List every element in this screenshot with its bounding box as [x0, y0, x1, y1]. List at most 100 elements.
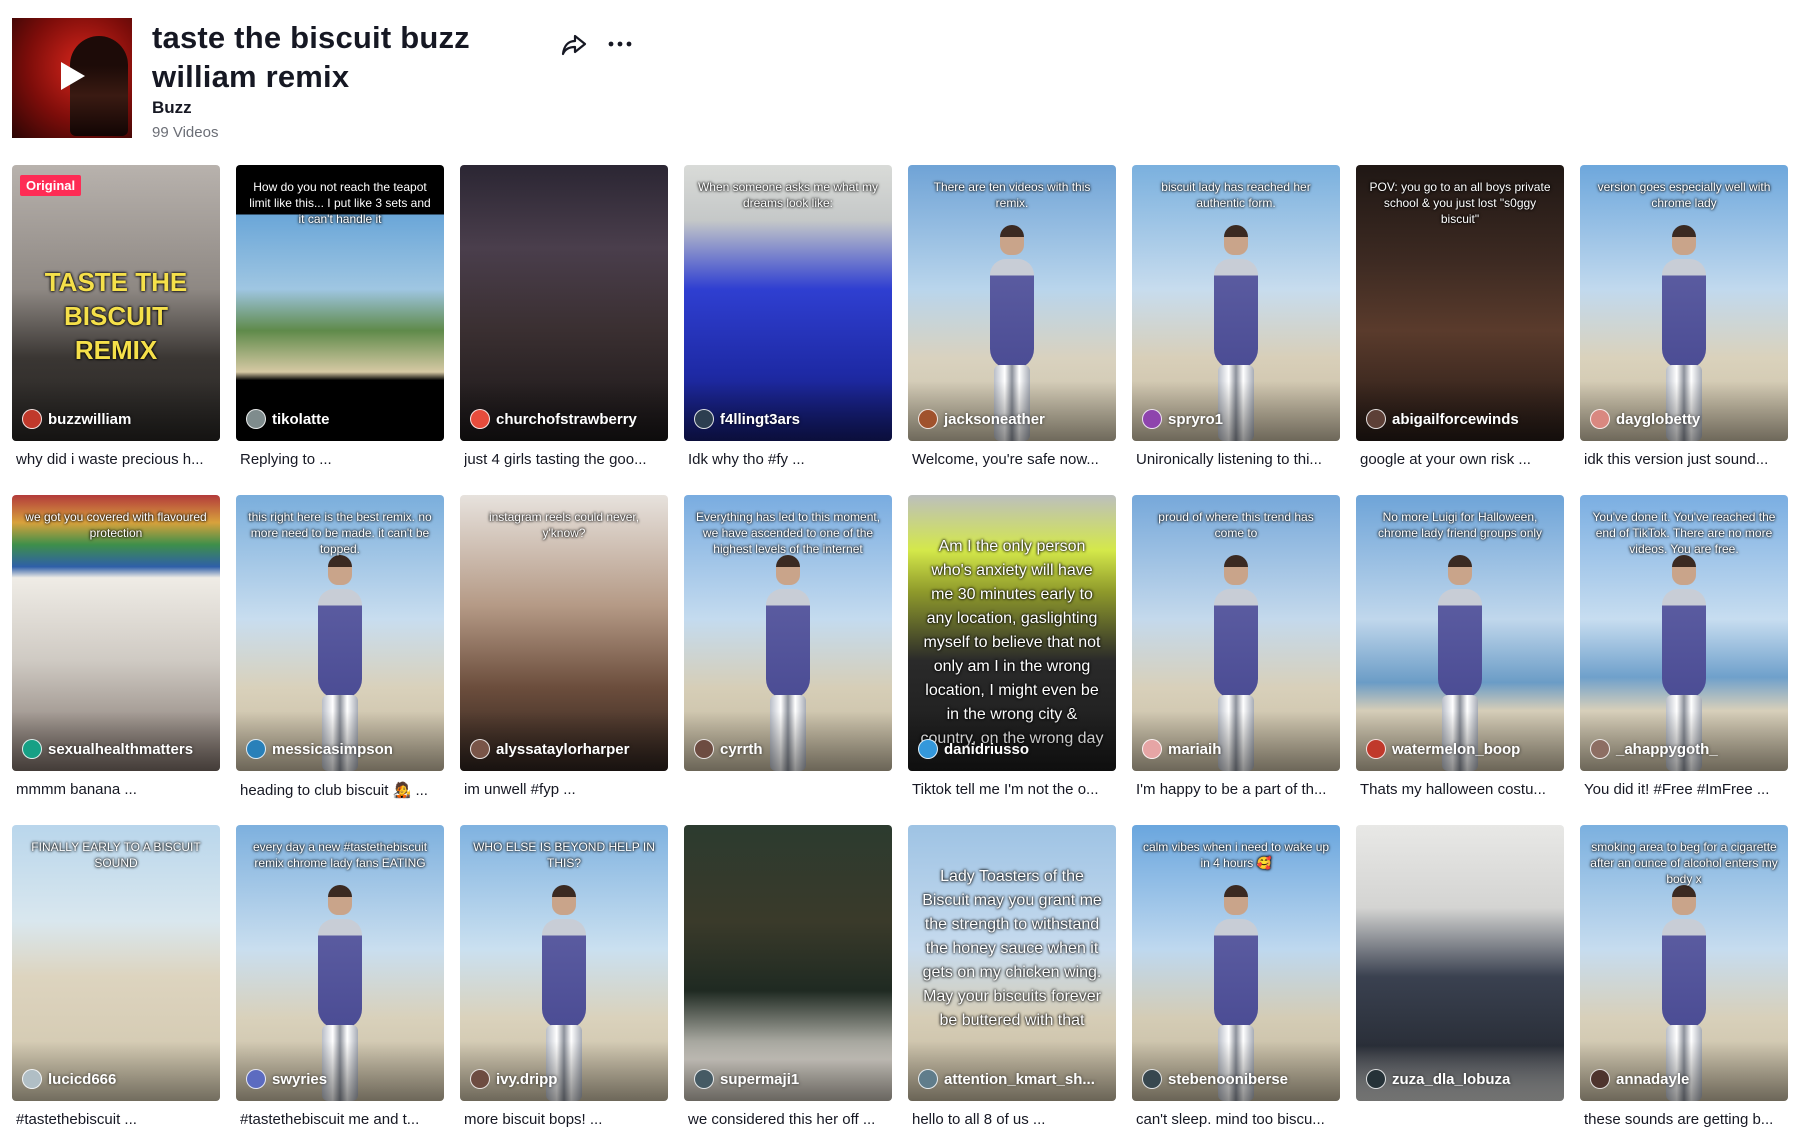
video-thumbnail[interactable]: There are ten videos with this remix. jac…	[908, 165, 1116, 441]
video-card[interactable]: churchofstrawberry just 4 girls tasting t…	[460, 165, 668, 475]
video-card[interactable]: version goes especially well with chrome…	[1580, 165, 1788, 475]
video-thumbnail[interactable]: instagram reels could never, y'know? alys…	[460, 495, 668, 771]
video-caption[interactable]: You did it! #Free #ImFree ...	[1584, 781, 1788, 798]
video-caption[interactable]: more biscuit bops! ...	[464, 1111, 668, 1128]
video-card[interactable]: we got you covered with flavoured protec…	[12, 495, 220, 805]
video-author[interactable]: abigailforcewinds	[1366, 409, 1519, 429]
video-author[interactable]: watermelon_boop	[1366, 739, 1520, 759]
video-card[interactable]: TASTE THE BISCUIT REMIX Original buzzwilli…	[12, 165, 220, 475]
author-name[interactable]: Buzz	[152, 98, 192, 118]
video-author[interactable]: f4llingt3ars	[694, 409, 800, 429]
video-caption[interactable]: im unwell #fyp ...	[464, 781, 668, 798]
video-caption[interactable]: hello to all 8 of us ...	[912, 1111, 1116, 1128]
video-card[interactable]: No more Luigi for Halloween, chrome lady…	[1356, 495, 1564, 805]
video-thumbnail[interactable]: we got you covered with flavoured protec…	[12, 495, 220, 771]
video-caption[interactable]: these sounds are getting b...	[1584, 1111, 1788, 1128]
video-author[interactable]: supermaji1	[694, 1069, 799, 1089]
video-caption[interactable]: Idk why tho #fy ...	[688, 451, 892, 468]
video-author[interactable]: _ahappygoth_	[1590, 739, 1718, 759]
video-author[interactable]: jacksoneather	[918, 409, 1045, 429]
video-card[interactable]: FINALLY EARLY TO A BISCUIT SOUND lucicd66…	[12, 825, 220, 1135]
video-thumbnail[interactable]: Everything has led to this moment, we ha…	[684, 495, 892, 771]
video-thumbnail[interactable]: When someone asks me what my dreams look…	[684, 165, 892, 441]
video-author[interactable]: sexualhealthmatters	[22, 739, 193, 759]
video-card[interactable]: proud of where this trend has come to mar…	[1132, 495, 1340, 805]
video-card[interactable]: Everything has led to this moment, we ha…	[684, 495, 892, 805]
video-card[interactable]: biscuit lady has reached her authentic f…	[1132, 165, 1340, 475]
video-thumbnail[interactable]: WHO ELSE IS BEYOND HELP IN THIS? ivy.drip…	[460, 825, 668, 1101]
video-author[interactable]: churchofstrawberry	[470, 409, 637, 429]
video-thumbnail[interactable]: Lady Toasters of the Biscuit may you gra…	[908, 825, 1116, 1101]
video-author[interactable]: spryro1	[1142, 409, 1223, 429]
video-caption[interactable]: idk this version just sound...	[1584, 451, 1788, 468]
video-thumbnail[interactable]: proud of where this trend has come to mar…	[1132, 495, 1340, 771]
video-caption[interactable]: Thats my halloween costu...	[1360, 781, 1564, 798]
video-caption[interactable]: just 4 girls tasting the goo...	[464, 451, 668, 468]
video-thumbnail[interactable]: supermaji1	[684, 825, 892, 1101]
more-options-button[interactable]	[602, 28, 638, 60]
video-thumbnail[interactable]: Am I the only person who's anxiety will …	[908, 495, 1116, 771]
video-thumbnail[interactable]: version goes especially well with chrome…	[1580, 165, 1788, 441]
video-author[interactable]: danidriusso	[918, 739, 1029, 759]
video-author[interactable]: mariaih	[1142, 739, 1221, 759]
video-card[interactable]: zuza_dla_lobuza	[1356, 825, 1564, 1135]
video-thumbnail[interactable]: How do you not reach the teapot limit li…	[236, 165, 444, 441]
video-caption[interactable]: heading to club biscuit 🧑‍🎤 ...	[240, 781, 444, 799]
video-thumbnail[interactable]: No more Luigi for Halloween, chrome lady…	[1356, 495, 1564, 771]
video-caption[interactable]: google at your own risk ...	[1360, 451, 1564, 468]
video-card[interactable]: There are ten videos with this remix. jac…	[908, 165, 1116, 475]
play-icon[interactable]	[61, 62, 85, 90]
video-caption[interactable]: mmmm banana ...	[16, 781, 220, 798]
video-card[interactable]: When someone asks me what my dreams look…	[684, 165, 892, 475]
video-card[interactable]: Lady Toasters of the Biscuit may you gra…	[908, 825, 1116, 1135]
video-thumbnail[interactable]: churchofstrawberry	[460, 165, 668, 441]
video-card[interactable]: calm vibes when i need to wake up in 4 h…	[1132, 825, 1340, 1135]
video-caption[interactable]: Tiktok tell me I'm not the o...	[912, 781, 1116, 798]
video-author[interactable]: dayglobetty	[1590, 409, 1700, 429]
video-author[interactable]: alyssataylorharper	[470, 739, 629, 759]
video-card[interactable]: this right here is the best remix. no mo…	[236, 495, 444, 805]
video-card[interactable]: How do you not reach the teapot limit li…	[236, 165, 444, 475]
video-caption[interactable]: Welcome, you're safe now...	[912, 451, 1116, 468]
video-author[interactable]: swyries	[246, 1069, 327, 1089]
video-thumbnail[interactable]: biscuit lady has reached her authentic f…	[1132, 165, 1340, 441]
video-caption[interactable]: #tastethebiscuit me and t...	[240, 1111, 444, 1128]
video-thumbnail[interactable]: this right here is the best remix. no mo…	[236, 495, 444, 771]
video-thumbnail[interactable]: zuza_dla_lobuza	[1356, 825, 1564, 1101]
video-thumbnail[interactable]: TASTE THE BISCUIT REMIX Original buzzwilli…	[12, 165, 220, 441]
video-caption[interactable]: #tastethebiscuit ...	[16, 1111, 220, 1128]
video-card[interactable]: POV: you go to an all boys private schoo…	[1356, 165, 1564, 475]
video-card[interactable]: every day a new #tastethebiscuit remix c…	[236, 825, 444, 1135]
video-caption[interactable]: Unironically listening to thi...	[1136, 451, 1340, 468]
video-thumbnail[interactable]: You've done it. You've reached the end o…	[1580, 495, 1788, 771]
playlist-cover[interactable]	[12, 18, 132, 138]
video-author[interactable]: cyrrth	[694, 739, 763, 759]
video-caption[interactable]: can't sleep. mind too biscu...	[1136, 1111, 1340, 1128]
video-card[interactable]: supermaji1 we considered this her off ...	[684, 825, 892, 1135]
video-card[interactable]: WHO ELSE IS BEYOND HELP IN THIS? ivy.drip…	[460, 825, 668, 1135]
video-author[interactable]: lucicd666	[22, 1069, 116, 1089]
video-caption[interactable]: Replying to ...	[240, 451, 444, 468]
video-thumbnail[interactable]: calm vibes when i need to wake up in 4 h…	[1132, 825, 1340, 1101]
video-caption[interactable]: why did i waste precious h...	[16, 451, 220, 468]
video-author[interactable]: buzzwilliam	[22, 409, 131, 429]
video-author[interactable]: stebenooniberse	[1142, 1069, 1288, 1089]
video-author[interactable]: annadayle	[1590, 1069, 1689, 1089]
video-thumbnail[interactable]: FINALLY EARLY TO A BISCUIT SOUND lucicd66…	[12, 825, 220, 1101]
video-thumbnail[interactable]: every day a new #tastethebiscuit remix c…	[236, 825, 444, 1101]
video-caption[interactable]: we considered this her off ...	[688, 1111, 892, 1128]
video-card[interactable]: instagram reels could never, y'know? alys…	[460, 495, 668, 805]
video-caption[interactable]: I'm happy to be a part of th...	[1136, 781, 1340, 798]
username: stebenooniberse	[1168, 1070, 1289, 1088]
share-button[interactable]	[558, 28, 590, 60]
video-author[interactable]: attention_kmart_sh...	[918, 1069, 1095, 1089]
video-thumbnail[interactable]: POV: you go to an all boys private schoo…	[1356, 165, 1564, 441]
video-card[interactable]: Am I the only person who's anxiety will …	[908, 495, 1116, 805]
video-author[interactable]: tikolatte	[246, 409, 330, 429]
video-author[interactable]: messicasimpson	[246, 739, 393, 759]
video-author[interactable]: zuza_dla_lobuza	[1366, 1069, 1510, 1089]
video-card[interactable]: smoking area to beg for a cigarette afte…	[1580, 825, 1788, 1135]
video-author[interactable]: ivy.dripp	[470, 1069, 557, 1089]
video-card[interactable]: You've done it. You've reached the end o…	[1580, 495, 1788, 805]
video-thumbnail[interactable]: smoking area to beg for a cigarette afte…	[1580, 825, 1788, 1101]
